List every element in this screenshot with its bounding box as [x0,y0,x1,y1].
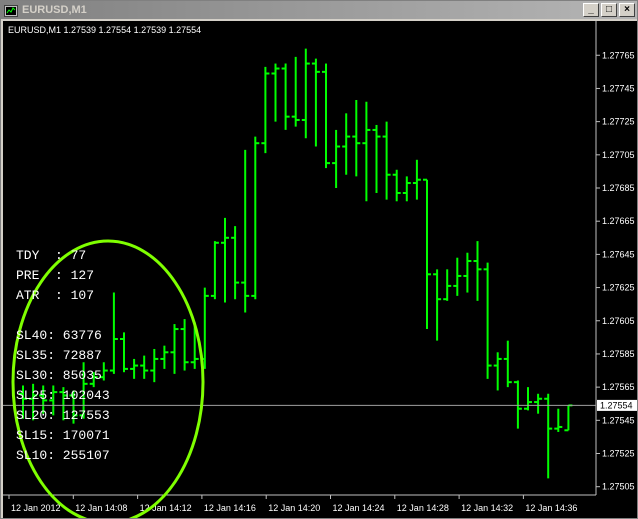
ohlc-bar [231,226,240,300]
ohlc-bar [493,352,502,391]
ohlc-bar [483,262,492,379]
ohlc-bar [352,100,361,177]
maximize-button[interactable]: □ [601,3,617,17]
price-tick-label: 1.27765 [602,50,635,60]
indicator-panel: TDY : 77 PRE : 127 ATR : 107 SL40: 63776 SL… [16,246,110,466]
price-tick-label: 1.27505 [602,482,635,492]
ohlc-bar [412,159,421,200]
ohlc-bar [130,358,139,379]
ohlc-bar [423,178,431,330]
time-tick-label: 12 Jan 14:36 [525,503,577,513]
indicator-line: SL40: 63776 [16,328,102,343]
price-tick-label: 1.27685 [602,183,635,193]
ohlc-bar [564,404,573,432]
minimize-icon: _ [588,4,594,15]
time-tick-label: 12 Jan 14:16 [204,503,256,513]
ohlc-bar [392,169,401,202]
ohlc-bar [241,149,250,313]
price-tick-label: 1.27525 [602,449,635,459]
price-tick-label: 1.27585 [602,349,635,359]
chart-header: EURUSD,M1 1.27539 1.27554 1.27539 1.2755… [8,25,201,35]
ohlc-bar [140,355,149,379]
ohlc-bar [281,63,290,130]
ohlc-bar [463,252,472,293]
time-tick-label: 12 Jan 14:28 [397,503,449,513]
ohlc-bar [433,269,442,341]
price-tick-label: 1.27665 [602,216,635,226]
ohlc-bar [291,56,300,127]
indicator-line: SL15: 170071 [16,428,110,443]
ohlc-bar [402,176,411,202]
ohlc-bar [271,63,280,122]
indicator-line: TDY : 77 [16,248,87,263]
ohlc-bar [554,408,563,432]
chart-window-icon [4,4,18,17]
ohlc-bar [513,380,522,429]
time-axis: 12 Jan 2012 12 Jan 14:08 12 Jan 14:12 12 Ja… [8,495,577,513]
ohlc-bar [443,269,452,301]
chart-window: EURUSD,M1 _ □ × EURUSD,M1 1.27539 1.2755… [0,0,638,519]
time-tick-label: 12 Jan 14:08 [75,503,127,513]
indicator-line: SL35: 72887 [16,348,102,363]
indicator-line: ATR : 107 [16,288,95,303]
ohlc-bar [544,393,553,479]
ohlc-bar [109,292,118,374]
price-tick-label: 1.27745 [602,83,635,93]
window-title: EURUSD,M1 [22,4,87,16]
ohlc-bar [221,217,229,303]
ohlc-bar [524,387,532,411]
ohlc-bar [332,129,341,189]
ohlc-bar [322,63,330,169]
time-tick-label: 12 Jan 2012 [11,503,61,513]
ohlc-bar [311,58,320,147]
price-tick-label: 1.27545 [602,415,635,425]
ohlc-bar [453,257,462,296]
price-tick-label: 1.27645 [602,249,635,259]
current-price-label: 1.27554 [600,400,633,410]
ohlc-bar [120,332,128,373]
ohlc-bar [160,345,169,369]
ohlc-bar [382,121,391,200]
title-bar[interactable]: EURUSD,M1 _ □ × [1,1,637,19]
indicator-line: SL30: 85035 [16,368,102,383]
indicator-line [16,306,110,326]
ohlc-bar [170,324,179,374]
price-tick-label: 1.27725 [602,117,635,127]
chart-area[interactable]: EURUSD,M1 1.27539 1.27554 1.27539 1.2755… [3,21,637,519]
ohlc-bar [503,340,512,388]
ohlc-bar [534,393,543,414]
minimize-button[interactable]: _ [583,3,599,17]
price-tick-label: 1.27625 [602,283,635,293]
indicator-line: SL10: 255107 [16,448,110,463]
time-tick-label: 12 Jan 14:20 [268,503,320,513]
ohlc-bar [251,136,260,300]
close-button[interactable]: × [619,3,635,17]
indicator-line: SL20: 127553 [16,408,110,423]
ohlc-bar [261,66,270,154]
time-tick-label: 12 Jan 14:24 [333,503,385,513]
ohlc-bar [301,48,310,139]
price-tick-label: 1.27705 [602,150,635,160]
price-tick-label: 1.27565 [602,382,635,392]
time-tick-label: 12 Jan 14:32 [461,503,513,513]
ohlc-bar [150,348,159,383]
ohlc-bar [362,101,371,202]
indicator-line: PRE : 127 [16,268,95,283]
ohlc-bar [372,124,381,193]
indicator-line: SL25: 102043 [16,388,110,403]
close-icon: × [624,4,630,15]
maximize-icon: □ [605,4,613,15]
ohlc-bar [180,319,189,371]
ohlc-bar [210,241,219,300]
price-tick-label: 1.27605 [602,316,635,326]
ohlc-bar [342,113,351,175]
ohlc-bar [473,241,482,301]
